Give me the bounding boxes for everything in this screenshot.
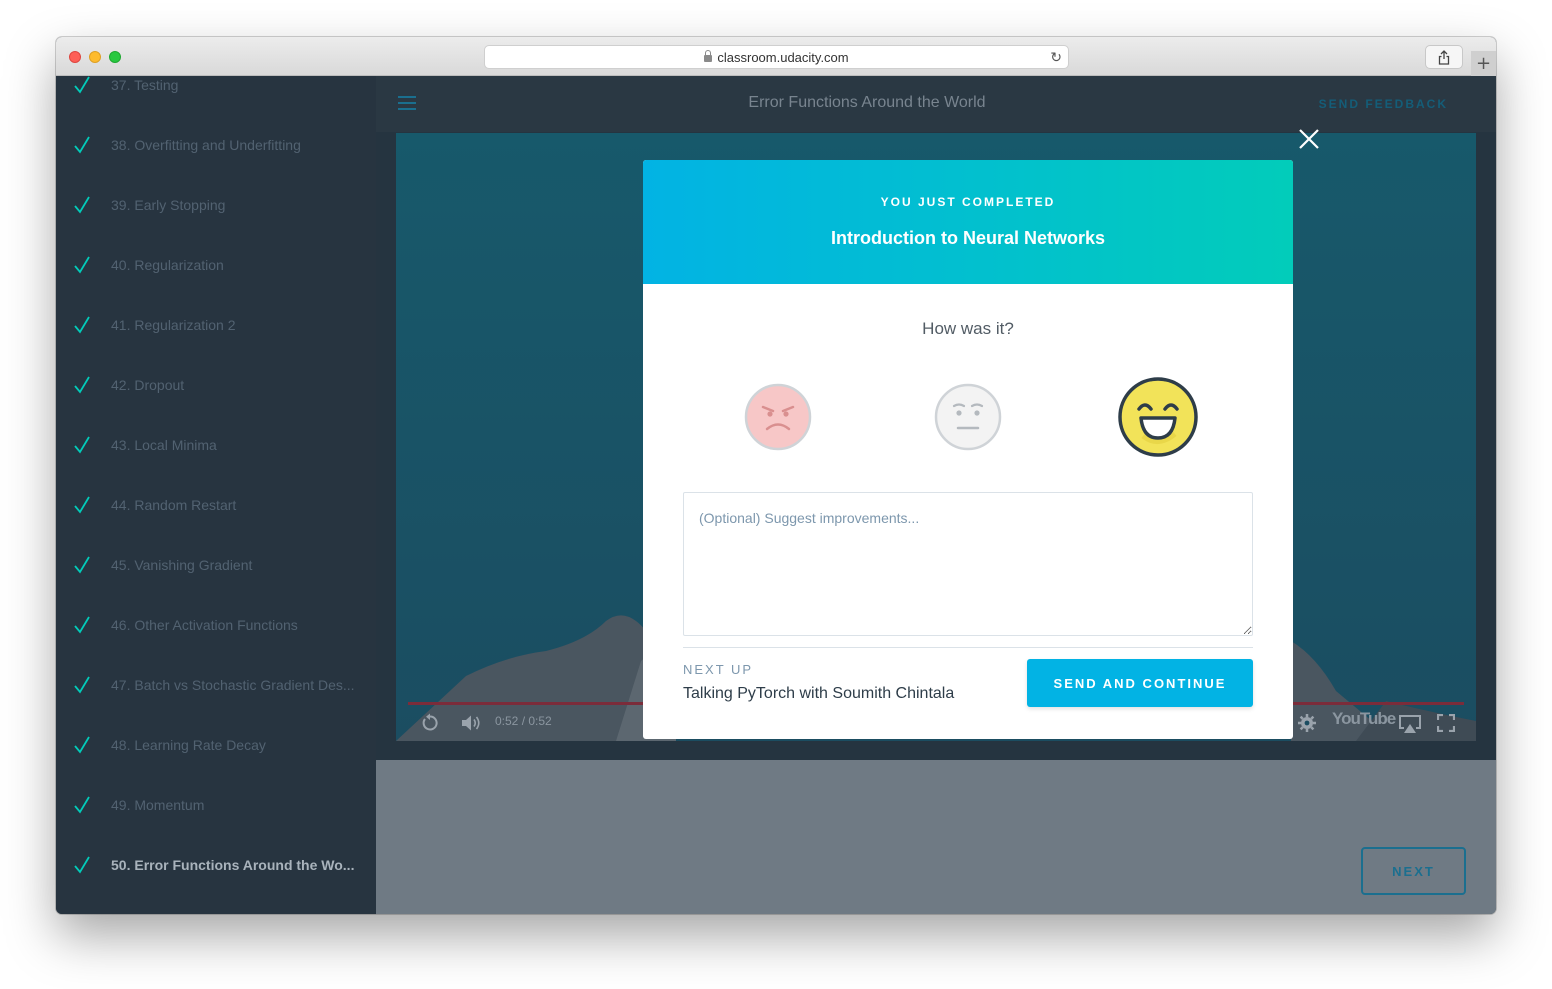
lesson-sidebar: 37. Testing 38. Overfitting and Underfitt…: [56, 76, 376, 914]
next-up-label: NEXT UP: [683, 662, 754, 677]
sidebar-item[interactable]: 44. Random Restart: [56, 475, 376, 535]
check-icon: [74, 496, 90, 514]
check-icon: [74, 436, 90, 454]
check-icon: [74, 616, 90, 634]
send-feedback-link[interactable]: SEND FEEDBACK: [1319, 97, 1448, 111]
rating-neutral-face-icon[interactable]: [934, 383, 1002, 451]
airplay-icon[interactable]: [1398, 714, 1422, 734]
replay-icon[interactable]: [420, 713, 440, 733]
close-modal-icon[interactable]: [1298, 128, 1320, 150]
sidebar-item-label: 39. Early Stopping: [111, 197, 226, 213]
check-icon: [74, 76, 90, 94]
sidebar-item[interactable]: 50. Error Functions Around the Wo...: [56, 835, 376, 895]
rating-angry-face-icon[interactable]: [744, 383, 812, 451]
new-tab-button[interactable]: +: [1471, 51, 1496, 76]
send-and-continue-button[interactable]: SEND AND CONTINUE: [1027, 659, 1253, 707]
check-icon: [74, 196, 90, 214]
sidebar-item-label: 41. Regularization 2: [111, 317, 236, 333]
page-title: Error Functions Around the World: [748, 94, 986, 111]
sidebar-item-label: 44. Random Restart: [111, 497, 237, 513]
share-button[interactable]: [1425, 45, 1463, 69]
lock-icon: [704, 49, 713, 62]
sidebar-item[interactable]: 40. Regularization: [56, 235, 376, 295]
completed-lesson-title: Introduction to Neural Networks: [830, 228, 1106, 248]
check-icon: [74, 316, 90, 334]
address-bar-url: classroom.udacity.com: [717, 49, 849, 65]
share-icon: [1438, 49, 1450, 65]
completed-label: YOU JUST COMPLETED: [880, 195, 1056, 209]
check-icon: [74, 856, 90, 874]
browser-titlebar: classroom.udacity.com ↻ +: [56, 37, 1496, 76]
sidebar-item-label: 37. Testing: [111, 77, 179, 93]
sidebar-item[interactable]: 43. Local Minima: [56, 415, 376, 475]
next-up-title: Talking PyTorch with Soumith Chintala: [683, 685, 955, 702]
sidebar-item-label: 50. Error Functions Around the Wo...: [111, 857, 355, 873]
next-button[interactable]: NEXT: [1361, 847, 1466, 895]
sidebar-item-label: 49. Momentum: [111, 797, 205, 813]
check-icon: [74, 136, 90, 154]
rating-question: How was it?: [922, 319, 1014, 338]
address-bar[interactable]: classroom.udacity.com ↻: [484, 45, 1069, 69]
video-time: 0:52 / 0:52: [495, 714, 552, 728]
rating-happy-face-icon[interactable]: [1117, 376, 1199, 458]
sidebar-item-label: 40. Regularization: [111, 257, 224, 273]
sidebar-item-label: 42. Dropout: [111, 377, 185, 393]
sidebar-item-label: 38. Overfitting and Underfitting: [111, 137, 301, 153]
sidebar-item[interactable]: 39. Early Stopping: [56, 175, 376, 235]
sidebar-item-label: 47. Batch vs Stochastic Gradient Des...: [111, 677, 355, 693]
sidebar-item-label: 43. Local Minima: [111, 437, 217, 453]
sidebar-item[interactable]: 49. Momentum: [56, 775, 376, 835]
check-icon: [74, 556, 90, 574]
minimize-window-button[interactable]: [89, 51, 101, 63]
settings-gear-icon[interactable]: [1297, 713, 1317, 733]
check-icon: [74, 676, 90, 694]
check-icon: [74, 736, 90, 754]
completion-modal: YOU JUST COMPLETED Introduction to Neura…: [643, 160, 1293, 739]
sidebar-item[interactable]: 48. Learning Rate Decay: [56, 715, 376, 775]
check-icon: [74, 796, 90, 814]
modal-header: YOU JUST COMPLETED Introduction to Neura…: [643, 160, 1293, 284]
sidebar-item[interactable]: 38. Overfitting and Underfitting: [56, 115, 376, 175]
sidebar-item[interactable]: 46. Other Activation Functions: [56, 595, 376, 655]
check-icon: [74, 376, 90, 394]
sidebar-item-label: 45. Vanishing Gradient: [111, 557, 253, 573]
feedback-textarea[interactable]: [683, 492, 1253, 636]
check-icon: [74, 256, 90, 274]
modal-divider: [683, 647, 1253, 648]
volume-icon[interactable]: [460, 714, 482, 732]
close-window-button[interactable]: [69, 51, 81, 63]
sidebar-item[interactable]: 47. Batch vs Stochastic Gradient Des...: [56, 655, 376, 715]
sidebar-item[interactable]: 41. Regularization 2: [56, 295, 376, 355]
zoom-window-button[interactable]: [109, 51, 121, 63]
lesson-topbar: Error Functions Around the World SEND FE…: [376, 76, 1496, 132]
reload-icon[interactable]: ↻: [1050, 49, 1062, 66]
sidebar-item-label: 46. Other Activation Functions: [111, 617, 298, 633]
sidebar-item-label: 48. Learning Rate Decay: [111, 737, 266, 753]
sidebar-item[interactable]: 45. Vanishing Gradient: [56, 535, 376, 595]
sidebar-item[interactable]: 42. Dropout: [56, 355, 376, 415]
fullscreen-icon[interactable]: [1437, 714, 1455, 732]
sidebar-item[interactable]: 37. Testing: [56, 76, 376, 115]
youtube-logo[interactable]: YouTube: [1332, 709, 1396, 729]
